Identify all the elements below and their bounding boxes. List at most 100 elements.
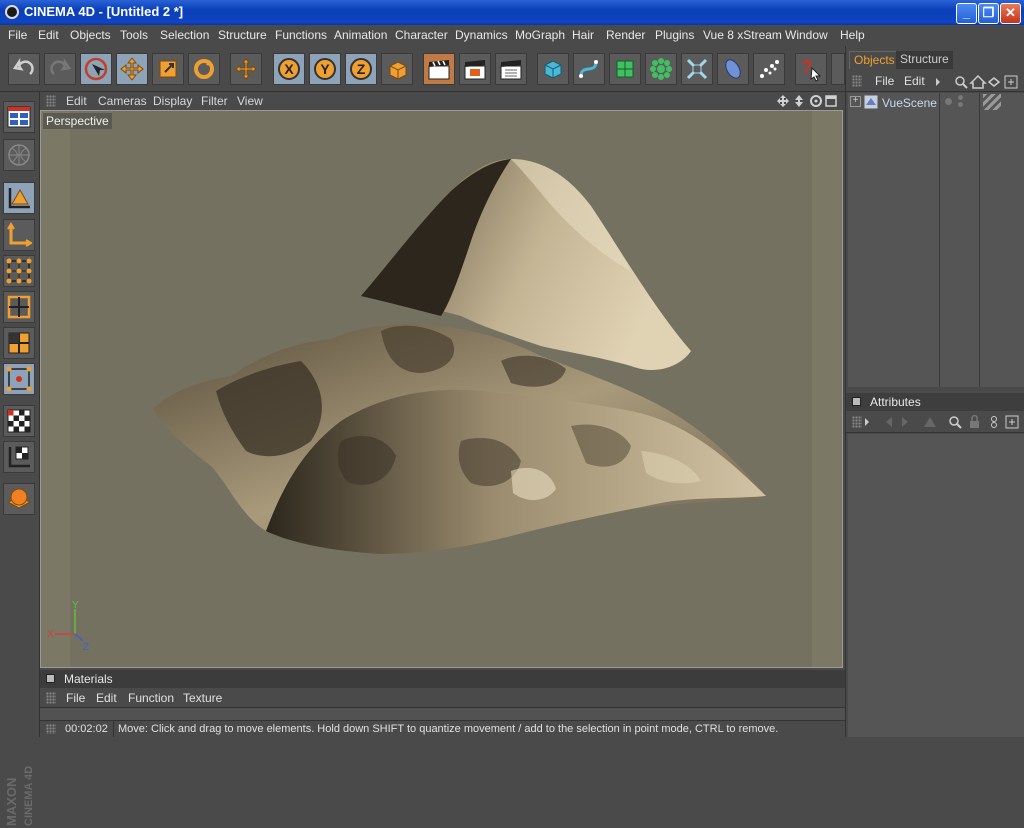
menu-window[interactable]: Window <box>785 28 828 42</box>
render-region-button[interactable] <box>459 53 491 85</box>
menu-plugins[interactable]: Plugins <box>655 28 694 42</box>
menu-mograph[interactable]: MoGraph <box>515 28 565 42</box>
editor-visibility-dot[interactable] <box>945 98 952 105</box>
attributes-search-icon[interactable] <box>949 416 962 429</box>
render-to-picture-viewer-button[interactable] <box>495 53 527 85</box>
make-editable-button[interactable] <box>3 139 35 171</box>
menu-objects[interactable]: Objects <box>70 28 111 42</box>
objects-list[interactable]: + VueScene <box>848 93 1024 387</box>
add-nurbs-button[interactable] <box>609 53 641 85</box>
workplane-button[interactable] <box>3 483 35 515</box>
world-axis-tool[interactable] <box>230 53 262 85</box>
use-texture-tool[interactable] <box>3 405 35 437</box>
attributes-grip[interactable] <box>852 416 862 428</box>
add-cube-button[interactable] <box>537 53 569 85</box>
use-model-tool[interactable] <box>3 182 35 214</box>
add-array-button[interactable] <box>645 53 677 85</box>
attributes-new-window-icon[interactable] <box>1005 415 1019 429</box>
menu-selection[interactable]: Selection <box>160 28 209 42</box>
attributes-panel-toggle[interactable] <box>852 397 861 406</box>
back-arrow-icon[interactable] <box>886 417 892 427</box>
viewport-menu-filter[interactable]: Filter <box>201 94 228 108</box>
viewport-menu-edit[interactable]: Edit <box>66 94 87 108</box>
viewport-grip[interactable] <box>46 95 56 107</box>
rotate-view-icon[interactable] <box>810 95 822 107</box>
link-icon[interactable] <box>991 416 997 428</box>
menu-edit[interactable]: Edit <box>38 28 59 42</box>
zoom-view-icon[interactable] <box>795 95 803 107</box>
use-uv-points-tool[interactable] <box>3 363 35 395</box>
perspective-viewport[interactable]: Perspective Y X Z <box>40 110 843 668</box>
home-icon[interactable] <box>969 75 987 89</box>
object-name[interactable]: VueScene <box>882 96 937 110</box>
forward-arrow-icon[interactable] <box>902 417 908 427</box>
use-object-axis-tool[interactable] <box>3 219 35 251</box>
filter-icon[interactable] <box>987 77 1001 87</box>
up-arrow-icon[interactable] <box>924 417 936 427</box>
z-axis-lock-button[interactable]: Z <box>345 53 377 85</box>
menu-tools[interactable]: Tools <box>120 28 148 42</box>
menu-render[interactable]: Render <box>606 28 645 42</box>
add-scene-object-button[interactable] <box>717 53 749 85</box>
x-axis-lock-button[interactable]: X <box>273 53 305 85</box>
menu-animation[interactable]: Animation <box>334 28 387 42</box>
rotate-tool[interactable] <box>188 53 220 85</box>
add-deformer-button[interactable] <box>681 53 713 85</box>
viewport-menu-view[interactable]: View <box>237 94 263 108</box>
menu-help[interactable]: Help <box>840 28 865 42</box>
use-polygons-tool[interactable] <box>3 327 35 359</box>
use-edges-tool[interactable] <box>3 291 35 323</box>
new-window-icon[interactable] <box>1004 75 1018 89</box>
search-icon[interactable] <box>955 76 968 89</box>
add-particle-button[interactable] <box>753 53 785 85</box>
render-visibility-dot-top[interactable] <box>958 95 963 100</box>
close-button[interactable]: ✕ <box>1000 3 1021 24</box>
redo-button[interactable] <box>44 53 76 85</box>
toolbar-overflow[interactable] <box>831 53 845 85</box>
menu-character[interactable]: Character <box>395 28 448 42</box>
render-view-button[interactable] <box>423 53 455 85</box>
viewport-menu-cameras[interactable]: Cameras <box>98 94 147 108</box>
materials-menu-file[interactable]: File <box>66 691 85 705</box>
viewport-menu-display[interactable]: Display <box>153 94 192 108</box>
layout-button[interactable] <box>3 101 35 133</box>
add-spline-button[interactable] <box>573 53 605 85</box>
pan-view-icon[interactable] <box>777 95 789 107</box>
live-selection-tool[interactable] <box>80 53 112 85</box>
expand-toggle-icon[interactable]: + <box>850 96 861 107</box>
minimize-button[interactable]: _ <box>956 3 977 24</box>
help-pointer-button[interactable]: ? <box>795 53 827 85</box>
objects-menu-file[interactable]: File <box>875 74 894 88</box>
tab-objects[interactable]: Objects <box>849 51 900 69</box>
expand-arrow-icon[interactable] <box>936 78 940 86</box>
move-tool[interactable] <box>116 53 148 85</box>
use-texture-axis-tool[interactable] <box>3 441 35 473</box>
materials-menu-edit[interactable]: Edit <box>96 691 117 705</box>
objects-grip[interactable] <box>852 75 862 87</box>
maximize-button[interactable]: ❐ <box>978 3 999 24</box>
tag-placeholder[interactable] <box>983 94 1001 110</box>
menu-structure[interactable]: Structure <box>218 28 267 42</box>
y-axis-lock-button[interactable]: Y <box>309 53 341 85</box>
materials-panel-toggle[interactable] <box>46 674 55 683</box>
menu-hair[interactable]: Hair <box>572 28 594 42</box>
undo-button[interactable] <box>8 53 40 85</box>
maximize-view-icon[interactable] <box>825 95 837 107</box>
object-row[interactable]: + VueScene <box>848 93 1024 111</box>
use-points-tool[interactable] <box>3 255 35 287</box>
attributes-expand-icon[interactable] <box>865 418 869 426</box>
materials-list[interactable] <box>40 708 845 720</box>
menu-functions[interactable]: Functions <box>275 28 327 42</box>
render-visibility-dot-bottom[interactable] <box>958 102 963 107</box>
menu-dynamics[interactable]: Dynamics <box>455 28 508 42</box>
menu-file[interactable]: File <box>8 28 27 42</box>
scale-tool[interactable] <box>152 53 184 85</box>
object-coordinates-button[interactable] <box>381 53 413 85</box>
materials-grip[interactable] <box>46 692 56 704</box>
materials-menu-function[interactable]: Function <box>128 691 174 705</box>
lock-icon[interactable] <box>970 415 979 429</box>
materials-menu-texture[interactable]: Texture <box>183 691 222 705</box>
objects-menu-edit[interactable]: Edit <box>904 74 925 88</box>
tab-structure[interactable]: Structure <box>896 51 953 69</box>
menu-vue-xstream[interactable]: Vue 8 xStream <box>703 28 782 42</box>
